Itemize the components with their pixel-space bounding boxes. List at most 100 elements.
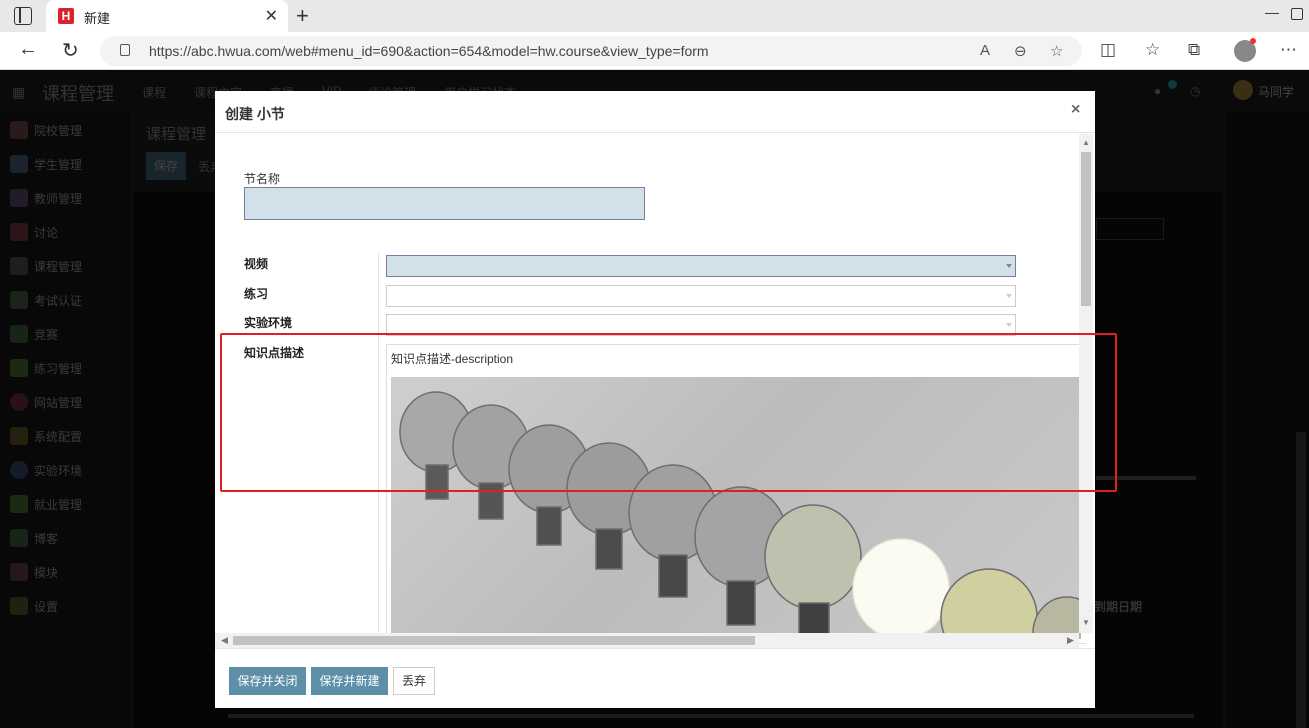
sidebar-item-label: 院校管理: [34, 124, 83, 138]
sidebar-item-label: 网站管理: [34, 396, 83, 410]
sidebar-item-label: 考试认证: [34, 294, 83, 308]
bg-input[interactable]: [1096, 218, 1164, 240]
notification-dot: [1250, 38, 1256, 44]
dialog-horizontal-scrollbar[interactable]: ◀ ▶: [215, 633, 1079, 648]
scroll-up-icon[interactable]: ▲: [1082, 138, 1090, 147]
window-minimize-icon[interactable]: —: [1265, 4, 1279, 20]
read-aloud-icon[interactable]: A: [980, 42, 990, 59]
exercise-label: 练习: [244, 287, 269, 301]
browser-tab[interactable]: H 新建 ✕: [46, 0, 288, 32]
zoom-out-icon[interactable]: ⊖: [1014, 42, 1027, 60]
sidebar-item-label: 设置: [34, 600, 59, 614]
section-name-label: 节名称: [244, 172, 281, 186]
exam-icon: [10, 291, 28, 309]
video-label: 视频: [244, 257, 269, 271]
sidebar-item-modules[interactable]: 模块: [10, 562, 125, 582]
sidebar-item-system[interactable]: 系统配置: [10, 426, 125, 446]
breadcrumb[interactable]: 课程管理: [146, 123, 206, 144]
sidebar-item-label: 竞赛: [34, 328, 59, 342]
video-select[interactable]: [386, 255, 1016, 277]
module-icon: [10, 563, 28, 581]
lock-icon[interactable]: [120, 44, 130, 56]
sidebar-item-exercises[interactable]: 练习管理: [10, 358, 125, 378]
tab-close-icon[interactable]: ✕: [265, 6, 278, 26]
back-icon[interactable]: ←: [18, 38, 38, 61]
discard-button[interactable]: 丢弃: [393, 667, 435, 695]
apps-grid-icon[interactable]: ▦: [12, 84, 26, 100]
sidebar-item-teachers[interactable]: 教师管理: [10, 188, 125, 208]
sidebar-item-website[interactable]: 网站管理: [10, 392, 125, 412]
exercise-select[interactable]: [386, 285, 1016, 307]
tab-title: 新建: [84, 11, 111, 26]
discussion-icon: [10, 223, 28, 241]
dialog-header: 创建 小节 ×: [215, 91, 1095, 133]
bg-save-button[interactable]: 保存: [146, 152, 186, 180]
refresh-icon[interactable]: ↻: [62, 38, 79, 63]
tab-actions-icon[interactable]: [14, 7, 32, 25]
college-icon: [10, 121, 28, 139]
sidebar-item-exams[interactable]: 考试认证: [10, 290, 125, 310]
competition-icon: [10, 325, 28, 343]
sidebar-item-employment[interactable]: 就业管理: [10, 494, 125, 514]
favorite-add-icon[interactable]: ☆: [1050, 42, 1063, 60]
sidebar-item-competition[interactable]: 竞赛: [10, 324, 125, 344]
student-icon: [10, 155, 28, 173]
activity-icon[interactable]: ◷: [1190, 84, 1200, 98]
annotation-highlight-box: [220, 333, 1117, 492]
dialog-footer: 保存并关闭 保存并新建 丢弃: [215, 648, 1095, 708]
sidebar-item-label: 实验环境: [34, 464, 83, 478]
window-restore-icon[interactable]: [1291, 8, 1303, 20]
blog-icon: [10, 529, 28, 547]
message-badge: [1168, 80, 1177, 89]
course-icon: [10, 257, 28, 275]
sidebar-item-label: 讨论: [34, 226, 59, 240]
url-text[interactable]: https://abc.hwua.com/web#menu_id=690&act…: [149, 43, 709, 59]
split-screen-icon[interactable]: ◫: [1100, 40, 1116, 60]
more-menu-icon[interactable]: ⋯: [1280, 40, 1297, 60]
website-icon: [10, 393, 28, 411]
vertical-scroll-thumb[interactable]: [1081, 152, 1091, 306]
sidebar-item-discussion[interactable]: 讨论: [10, 222, 125, 242]
new-tab-icon[interactable]: +: [296, 3, 309, 29]
sidebar-item-label: 练习管理: [34, 362, 83, 376]
collections-icon[interactable]: ⧉: [1188, 40, 1200, 60]
sidebar-item-label: 系统配置: [34, 430, 83, 444]
save-and-close-button[interactable]: 保存并关闭: [229, 667, 306, 695]
scroll-down-icon[interactable]: ▼: [1082, 618, 1090, 627]
sidebar-item-lab[interactable]: 实验环境: [10, 460, 125, 480]
gear-icon: [10, 597, 28, 615]
address-bar[interactable]: https://abc.hwua.com/web#menu_id=690&act…: [100, 36, 1082, 66]
dialog-title: 创建 小节: [225, 106, 285, 122]
sidebar-item-blog[interactable]: 博客: [10, 528, 125, 548]
page-scroll-area: [1226, 112, 1309, 728]
sidebar-item-label: 就业管理: [34, 498, 83, 512]
section-name-input[interactable]: [244, 187, 645, 220]
close-icon[interactable]: ×: [1071, 101, 1080, 119]
bg-field-label: 到期日期: [1094, 600, 1143, 614]
sidebar-item-settings[interactable]: 设置: [10, 596, 125, 616]
scroll-left-icon[interactable]: ◀: [221, 635, 228, 646]
save-and-new-button[interactable]: 保存并新建: [311, 667, 388, 695]
employment-icon: [10, 495, 28, 513]
sidebar-item-colleges[interactable]: 院校管理: [10, 120, 125, 140]
sidebar-item-label: 学生管理: [34, 158, 83, 172]
sidebar-item-courses[interactable]: 课程管理: [10, 256, 125, 276]
sidebar: 院校管理 学生管理 教师管理 讨论 课程管理 考试认证 竞赛 练习管理 网站管理…: [0, 112, 130, 728]
horizontal-scroll-thumb[interactable]: [233, 636, 755, 645]
teacher-icon: [10, 189, 28, 207]
app-title: 课程管理: [42, 84, 114, 104]
user-name[interactable]: 马同学: [1258, 83, 1294, 100]
page-scrollbar-thumb[interactable]: [1296, 432, 1306, 728]
chat-icon[interactable]: ●: [1154, 84, 1161, 98]
menu-item[interactable]: 课程: [142, 84, 166, 101]
chevron-down-icon: [1006, 294, 1012, 298]
favorites-icon[interactable]: ☆: [1145, 40, 1160, 60]
user-avatar[interactable]: [1233, 80, 1253, 100]
sidebar-item-label: 博客: [34, 532, 59, 546]
sidebar-item-label: 课程管理: [34, 260, 83, 274]
lab-env-label: 实验环境: [244, 316, 293, 330]
lab-icon: [10, 461, 28, 479]
sidebar-item-students[interactable]: 学生管理: [10, 154, 125, 174]
scroll-right-icon[interactable]: ▶: [1067, 635, 1074, 646]
sidebar-item-label: 教师管理: [34, 192, 83, 206]
